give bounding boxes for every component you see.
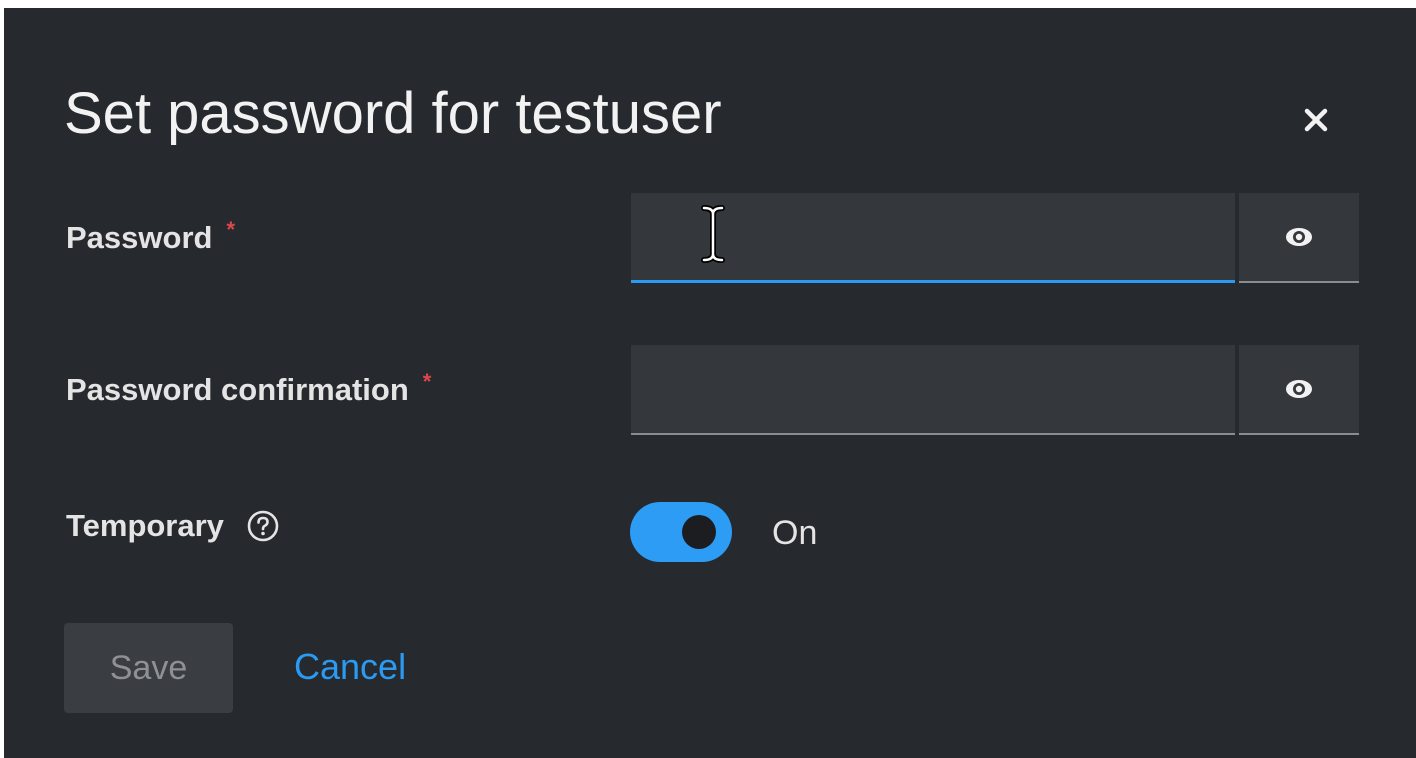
help-icon[interactable]: [246, 509, 280, 543]
toggle-state-label: On: [772, 514, 818, 552]
password-reveal-button[interactable]: [1239, 193, 1359, 283]
modal-title: Set password for testuser: [64, 81, 722, 146]
cancel-button[interactable]: Cancel: [294, 646, 406, 688]
password-label-group: Password *: [66, 217, 236, 256]
password-confirmation-field[interactable]: [631, 345, 1235, 435]
password-confirmation-input[interactable]: [631, 345, 1235, 433]
toggle-knob: [682, 515, 716, 549]
password-confirmation-label-group: Password confirmation *: [66, 369, 432, 408]
close-icon: [1304, 108, 1328, 132]
eye-icon: [1286, 380, 1312, 398]
temporary-label: Temporary: [66, 508, 224, 543]
temporary-toggle[interactable]: [630, 502, 732, 562]
required-mark: *: [422, 369, 432, 394]
password-confirmation-label: Password confirmation: [66, 372, 409, 407]
password-label: Password: [66, 220, 213, 255]
eye-icon: [1286, 228, 1312, 246]
password-confirmation-reveal-button[interactable]: [1239, 345, 1359, 435]
required-mark: *: [226, 217, 236, 242]
save-button[interactable]: Save: [64, 623, 233, 713]
set-password-modal: Set password for testuser Password * Pas…: [4, 8, 1416, 758]
temporary-label-group: Temporary: [66, 508, 280, 544]
text-cursor-icon: [701, 205, 725, 263]
close-button[interactable]: [1294, 98, 1338, 142]
